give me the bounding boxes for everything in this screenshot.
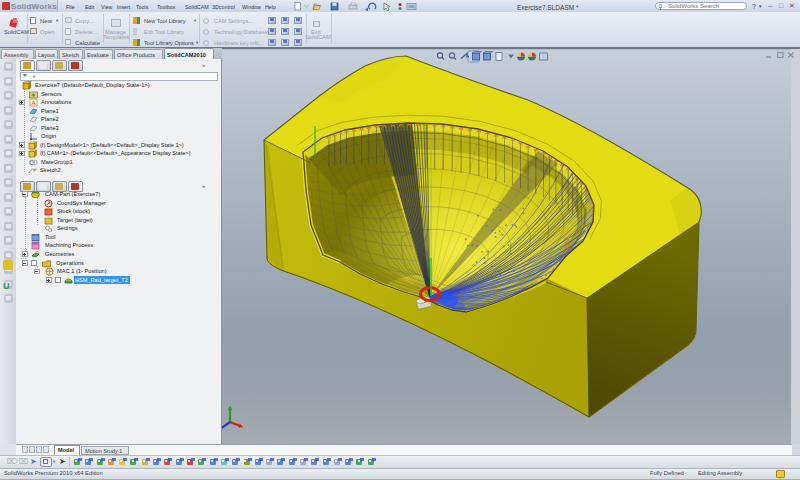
svg-text:A: A xyxy=(32,100,36,106)
